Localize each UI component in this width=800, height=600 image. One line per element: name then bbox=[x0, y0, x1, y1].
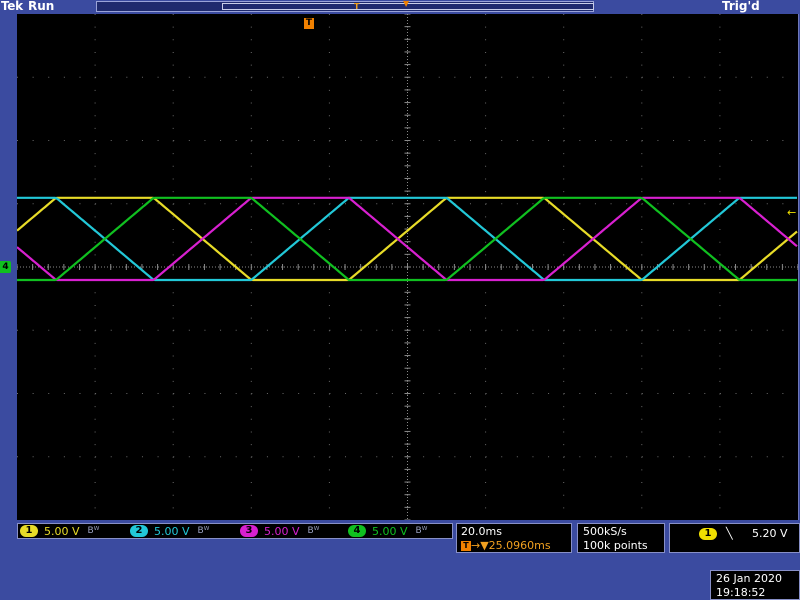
trigger-position-top-icon: ▼ bbox=[403, 0, 410, 8]
ch2-scale: 5.00 V bbox=[154, 525, 190, 538]
ch4-badge: 4 bbox=[348, 525, 366, 537]
status-bar: 1 5.00 V Bᵂ 2 5.00 V Bᵂ 3 5.00 V Bᵂ 4 5.00 V Bᵂ … bbox=[0, 521, 800, 600]
ch1-scale: 5.00 V bbox=[44, 525, 80, 538]
delay-value: →▼25.0960ms bbox=[471, 539, 551, 552]
ch4-scale: 5.00 V bbox=[372, 525, 408, 538]
trigger-source-badge: 1 bbox=[699, 528, 717, 540]
record-length: 100k points bbox=[583, 539, 648, 552]
channel-readouts: 1 5.00 V Bᵂ 2 5.00 V Bᵂ 3 5.00 V Bᵂ 4 5.00 V Bᵂ bbox=[17, 523, 453, 539]
time: 19:18:52 bbox=[716, 586, 766, 599]
ch3-scale: 5.00 V bbox=[264, 525, 300, 538]
graticule bbox=[17, 14, 798, 520]
bw-limit-icon: Bᵂ bbox=[87, 526, 100, 536]
trigger-level: 5.20 V bbox=[752, 527, 788, 540]
trigger-level-arrow-icon[interactable]: ← bbox=[787, 207, 796, 218]
delay-trigger-tag: T bbox=[461, 541, 471, 551]
bw-limit-icon: Bᵂ bbox=[197, 526, 210, 536]
run-status[interactable]: Run bbox=[28, 0, 54, 13]
bw-limit-icon: Bᵂ bbox=[307, 526, 320, 536]
trigger-readout[interactable]: 1 ╲ 5.20 V bbox=[669, 523, 800, 553]
timebase-readout[interactable]: 20.0ms T →▼25.0960ms bbox=[456, 523, 572, 553]
date: 26 Jan 2020 bbox=[716, 572, 782, 585]
record-trigger-marker: T bbox=[354, 2, 360, 11]
ch1-badge: 1 bbox=[20, 525, 38, 537]
falling-edge-icon: ╲ bbox=[726, 527, 733, 540]
ch1-readout[interactable]: 1 5.00 V Bᵂ bbox=[20, 525, 99, 538]
brand-logo: Tek bbox=[1, 0, 23, 13]
ch2-badge: 2 bbox=[130, 525, 148, 537]
sample-rate: 500kS/s bbox=[583, 525, 627, 538]
status-header: Tek Run T ▼ Trig'd bbox=[0, 0, 800, 14]
acquisition-readout[interactable]: 500kS/s 100k points bbox=[577, 523, 665, 553]
ch3-readout[interactable]: 3 5.00 V Bᵂ bbox=[240, 525, 319, 538]
timebase-scale: 20.0ms bbox=[461, 525, 502, 538]
timebase-delay: T →▼25.0960ms bbox=[461, 539, 551, 552]
ch2-readout[interactable]: 2 5.00 V Bᵂ bbox=[130, 525, 209, 538]
datetime-readout: 26 Jan 2020 19:18:52 bbox=[710, 570, 800, 600]
trigger-position-marker[interactable]: T bbox=[304, 18, 314, 29]
ch4-readout[interactable]: 4 5.00 V Bᵂ bbox=[348, 525, 427, 538]
waveform-display[interactable] bbox=[17, 14, 799, 520]
ch4-ground-marker[interactable]: 4 bbox=[0, 261, 11, 273]
ch3-badge: 3 bbox=[240, 525, 258, 537]
trigger-status: Trig'd bbox=[722, 0, 760, 13]
bw-limit-icon: Bᵂ bbox=[415, 526, 428, 536]
